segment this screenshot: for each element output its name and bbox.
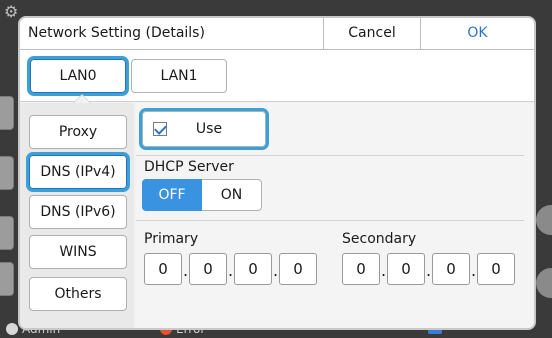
background-knob	[536, 205, 552, 235]
tab-lan1[interactable]: LAN1	[131, 59, 227, 93]
dhcp-server-label: DHCP Server	[144, 159, 234, 175]
secondary-dns-label: Secondary	[342, 231, 417, 247]
sidebar-item-wins[interactable]: WINS	[29, 235, 127, 269]
use-dns-toggle[interactable]: Use	[139, 108, 269, 150]
background-side-tab	[0, 216, 14, 250]
divider	[136, 155, 524, 156]
secondary-octet-3[interactable]: 0	[432, 253, 470, 285]
dns-ipv4-panel: Use DHCP Server OFF ON Primary Secondary…	[136, 103, 534, 328]
octet-separator: .	[426, 261, 432, 280]
dialog-titlebar: Network Setting (Details) Cancel OK	[20, 18, 534, 50]
dhcp-on-option[interactable]: ON	[202, 179, 262, 211]
user-icon	[6, 323, 18, 335]
primary-octet-2[interactable]: 0	[189, 253, 227, 285]
sidebar-item-dns-ipv4[interactable]: DNS (IPv4)	[26, 152, 130, 192]
network-setting-dialog: Network Setting (Details) Cancel OK LAN0…	[18, 16, 536, 330]
background-side-tab	[0, 96, 14, 130]
octet-separator: .	[228, 261, 234, 280]
dhcp-off-option[interactable]: OFF	[142, 179, 202, 211]
background-knob	[536, 268, 552, 298]
selected-tab-pointer	[73, 94, 91, 103]
secondary-octet-2[interactable]: 0	[387, 253, 425, 285]
octet-separator: .	[273, 261, 279, 280]
octet-separator: .	[183, 261, 189, 280]
background-side-tab	[0, 262, 14, 296]
background-side-tab	[0, 156, 14, 190]
sidebar-item-dns-ipv6[interactable]: DNS (IPv6)	[29, 195, 127, 229]
secondary-octet-1[interactable]: 0	[342, 253, 380, 285]
settings-sidebar: Proxy DNS (IPv4) DNS (IPv6) WINS Others	[20, 103, 134, 328]
secondary-octet-4[interactable]: 0	[477, 253, 515, 285]
gear-icon: ⚙	[4, 2, 19, 21]
tab-lan0[interactable]: LAN0	[27, 56, 129, 96]
use-checkbox[interactable]	[153, 122, 167, 136]
primary-octet-3[interactable]: 0	[234, 253, 272, 285]
primary-octet-4[interactable]: 0	[279, 253, 317, 285]
primary-dns-label: Primary	[144, 231, 199, 247]
dialog-title: Network Setting (Details)	[20, 18, 324, 49]
use-label: Use	[195, 121, 223, 137]
octet-separator: .	[381, 261, 387, 280]
ok-button[interactable]: OK	[421, 18, 534, 49]
divider	[136, 220, 524, 221]
octet-separator: .	[471, 261, 477, 280]
sidebar-item-others[interactable]: Others	[29, 277, 127, 311]
cancel-button[interactable]: Cancel	[324, 18, 421, 49]
dhcp-server-switch: OFF ON	[142, 179, 262, 211]
lan-tabs: LAN0 LAN1	[20, 50, 534, 103]
primary-octet-1[interactable]: 0	[144, 253, 182, 285]
sidebar-item-proxy[interactable]: Proxy	[29, 115, 127, 149]
